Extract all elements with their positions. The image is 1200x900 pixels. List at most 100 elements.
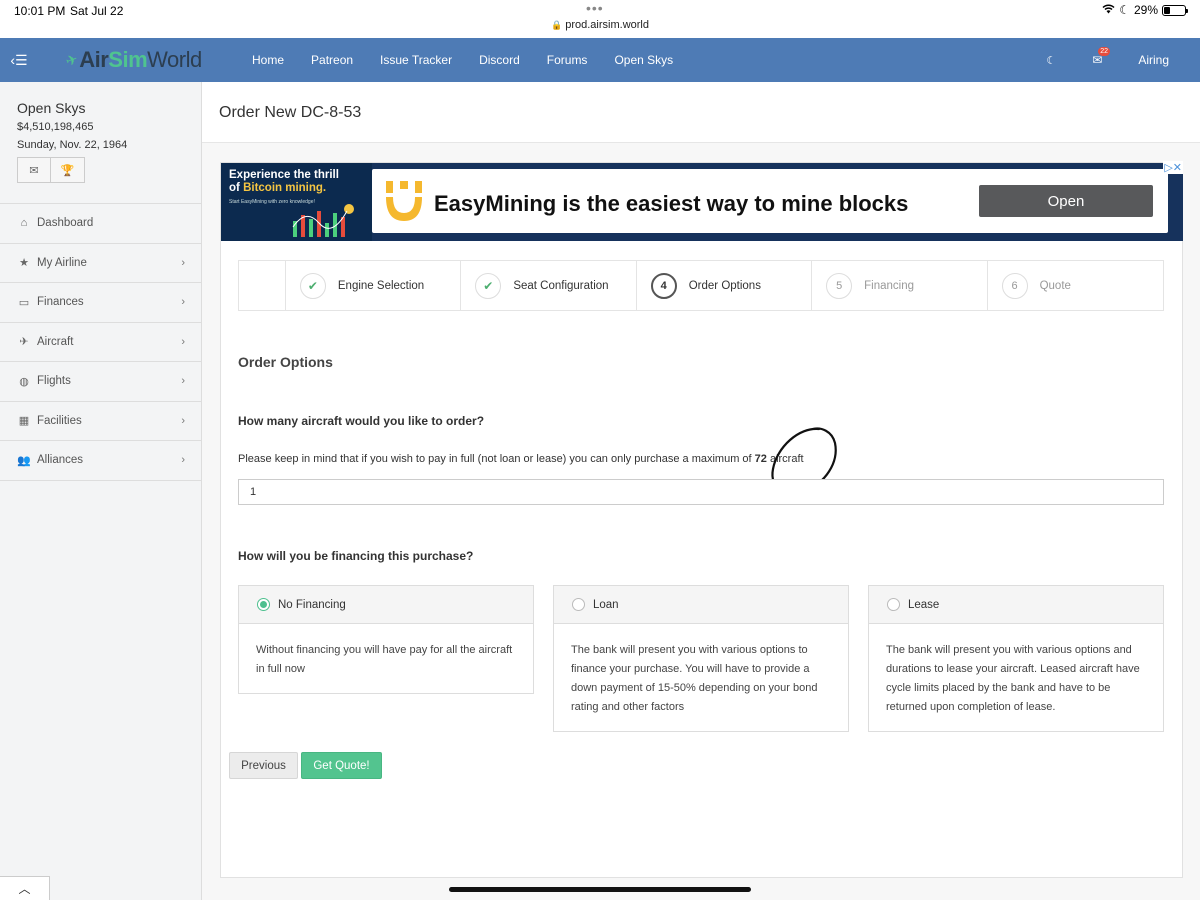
option-no-financing[interactable]: No Financing Without financing you will …: [238, 585, 534, 694]
step-number: 5: [826, 272, 853, 299]
candlestick-chart-icon: [292, 204, 354, 237]
option-description: The bank will present you with various o…: [886, 644, 1140, 713]
max-aircraft-count: 72: [754, 453, 767, 465]
option-description: Without financing you will have pay for …: [256, 644, 513, 675]
chevron-right-icon: ›: [181, 296, 185, 309]
game-date: Sunday, Nov. 22, 1964: [17, 139, 128, 151]
address-bar[interactable]: 🔒 prod.airsim.world: [0, 19, 1200, 31]
page-title: Order New DC-8-53: [219, 104, 362, 121]
ad-promo-panel: Experience the thrill of Bitcoin mining. …: [221, 163, 372, 241]
globe-icon: ◍: [19, 375, 29, 388]
sidebar-item-label: Dashboard: [37, 217, 94, 230]
sidebar-item-alliances[interactable]: 👥 Alliances ›: [0, 441, 201, 481]
step-spacer: [239, 261, 286, 310]
financing-question: How will you be financing this purchase?: [238, 549, 474, 563]
option-label: Loan: [593, 598, 619, 611]
envelope-icon[interactable]: ✉: [17, 157, 51, 183]
wizard-steps: ✔ Engine Selection ✔ Seat Configuration 4O…: [238, 260, 1164, 311]
nav-forums[interactable]: Forums: [547, 53, 588, 67]
airline-name: Open Skys: [17, 100, 86, 116]
moon-icon: ☾: [1119, 3, 1130, 17]
lock-icon: 🔒: [551, 20, 563, 30]
option-lease[interactable]: Lease The bank will present you with var…: [868, 585, 1164, 732]
quantity-input[interactable]: [238, 479, 1164, 505]
check-icon: ✔: [475, 272, 502, 299]
building-icon: ▦: [18, 415, 30, 428]
url-text: prod.airsim.world: [565, 19, 649, 31]
chevron-right-icon: ›: [181, 414, 185, 427]
dark-mode-icon[interactable]: ☾: [1046, 54, 1056, 67]
trophy-icon[interactable]: 🏆: [51, 157, 85, 183]
battery-percent: 29%: [1133, 3, 1158, 17]
sidebar-item-aircraft[interactable]: ✈ Aircraft ›: [0, 323, 201, 362]
status-time: 10:01 PM: [14, 4, 66, 18]
airsim-logo[interactable]: ✈ Air Sim World: [38, 47, 238, 73]
step-seat-configuration[interactable]: ✔ Seat Configuration: [461, 261, 637, 310]
page-header: Order New DC-8-53: [202, 82, 1200, 143]
step-engine-selection[interactable]: ✔ Engine Selection: [286, 261, 462, 310]
step-quote[interactable]: 6 Quote: [988, 261, 1163, 310]
money-icon: ▭: [18, 296, 30, 309]
top-navbar: ‹☰ ✈ Air Sim World Home Patreon Issue Trac…: [0, 38, 1200, 82]
option-loan[interactable]: Loan The bank will present you with vari…: [553, 585, 849, 732]
sidebar-item-label: Finances: [37, 296, 84, 309]
sidebar-item-label: Flights: [37, 375, 71, 388]
battery-icon: [1162, 4, 1188, 16]
nav-issue-tracker[interactable]: Issue Tracker: [380, 53, 452, 67]
option-label: No Financing: [278, 598, 346, 611]
wifi-icon: [1102, 3, 1115, 17]
ad-choices-icon[interactable]: ▷✕: [1163, 161, 1183, 174]
ad-text: EasyMining is the easiest way to mine bl…: [434, 191, 909, 216]
max-purchase-note: Please keep in mind that if you wish to …: [238, 453, 804, 465]
radio-lease[interactable]: [887, 598, 900, 611]
mail-icon[interactable]: ✉ 22: [1092, 47, 1111, 67]
ad-main: EasyMining is the easiest way to mine bl…: [372, 169, 1168, 233]
easymining-logo-icon: [386, 181, 422, 221]
nav-patreon[interactable]: Patreon: [311, 53, 353, 67]
status-right: ☾ 29%: [1102, 3, 1188, 17]
nav-discord[interactable]: Discord: [479, 53, 520, 67]
status-date: Sat Jul 22: [70, 4, 124, 18]
ios-status-bar: 10:01 PM Sat Jul 22 ••• 🔒 prod.airsim.wor…: [0, 0, 1200, 38]
chevron-right-icon: ›: [181, 375, 185, 388]
nav-links: Home Patreon Issue Tracker Discord Forum…: [252, 53, 700, 67]
plane-icon: ✈: [19, 336, 29, 349]
chevron-right-icon: ›: [181, 454, 185, 467]
home-indicator[interactable]: [449, 887, 751, 892]
sidebar-item-finances[interactable]: ▭ Finances ›: [0, 283, 201, 323]
notification-badge: 22: [1098, 47, 1111, 56]
nav-home[interactable]: Home: [252, 53, 284, 67]
sidebar-item-facilities[interactable]: ▦ Facilities ›: [0, 402, 201, 441]
sidebar-item-dashboard[interactable]: ⌂ Dashboard: [0, 204, 201, 244]
sidebar: Open Skys $4,510,198,465 Sunday, Nov. 22…: [0, 82, 202, 900]
logo-plane-icon: ✈: [63, 50, 80, 69]
multitask-dots-icon[interactable]: •••: [586, 0, 604, 16]
chevron-up-icon[interactable]: ︿: [0, 876, 50, 900]
check-icon: ✔: [299, 272, 326, 299]
nav-right: ☾ ✉ 22 Airing: [1046, 38, 1200, 82]
ad-open-button[interactable]: Open: [979, 185, 1153, 217]
step-number: 6: [1001, 272, 1028, 299]
option-label: Lease: [908, 598, 940, 611]
ad-banner[interactable]: Experience the thrill of Bitcoin mining. …: [221, 161, 1183, 241]
step-number: 4: [650, 272, 677, 299]
user-menu[interactable]: Airing: [1138, 53, 1169, 67]
users-icon: 👥: [17, 454, 31, 467]
step-financing[interactable]: 5 Financing: [812, 261, 988, 310]
get-quote-button[interactable]: Get Quote!: [301, 752, 382, 779]
airline-profile: Open Skys $4,510,198,465 Sunday, Nov. 22…: [0, 82, 201, 204]
step-order-options[interactable]: 4 Order Options: [637, 261, 813, 310]
sidebar-toggle-icon[interactable]: ‹☰: [0, 38, 38, 82]
sidebar-item-label: Alliances: [37, 454, 84, 467]
radio-no-financing[interactable]: [257, 598, 270, 611]
quantity-question: How many aircraft would you like to orde…: [238, 414, 485, 428]
sidebar-item-my-airline[interactable]: ★ My Airline ›: [0, 244, 201, 283]
home-icon: ⌂: [20, 217, 28, 230]
order-card: Experience the thrill of Bitcoin mining. …: [220, 161, 1183, 878]
main-content: Order New DC-8-53 Experience the thrill o…: [202, 82, 1200, 900]
sidebar-item-flights[interactable]: ◍ Flights ›: [0, 362, 201, 402]
previous-button[interactable]: Previous: [229, 752, 298, 779]
radio-loan[interactable]: [572, 598, 585, 611]
nav-open-skys[interactable]: Open Skys: [614, 53, 673, 67]
chevron-right-icon: ›: [181, 256, 185, 269]
